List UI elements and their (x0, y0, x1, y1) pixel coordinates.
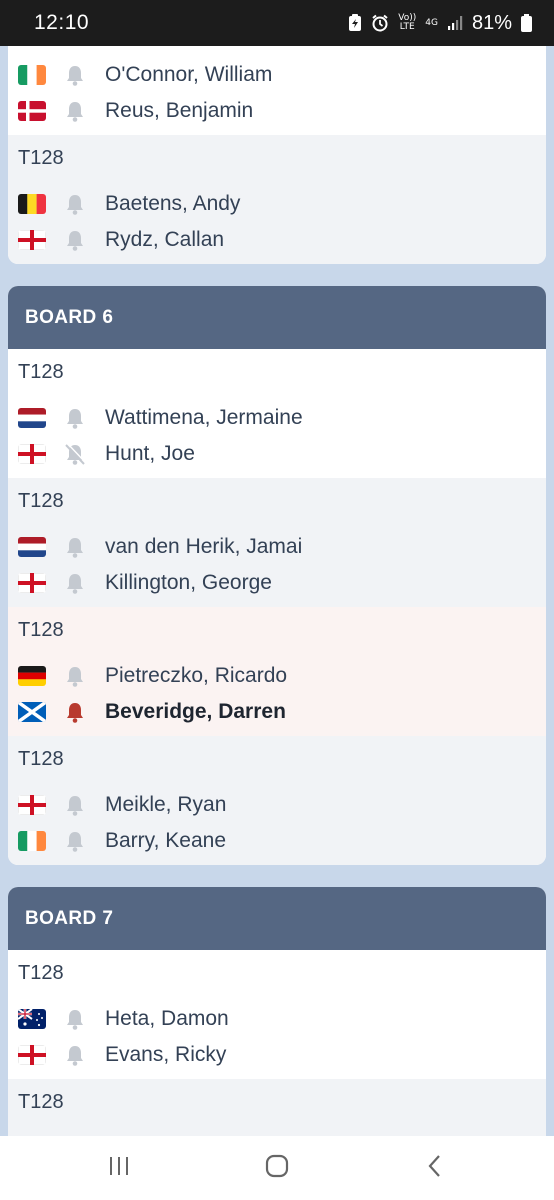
round-label: T128 (18, 619, 64, 641)
home-button[interactable] (247, 1143, 307, 1193)
match-row[interactable]: T128 Meikle, Ryan Barry, Keane (8, 736, 546, 865)
player-row[interactable]: Hunt, Joe (18, 436, 195, 472)
board-card: T128 O'Connor, William Reus, Benjamin T128 B… (8, 46, 546, 264)
bell-icon[interactable] (64, 793, 86, 817)
flag-england-icon (18, 1045, 46, 1065)
flag-scotland-icon (18, 702, 46, 722)
flag-germany-icon (18, 666, 46, 686)
round-label: T128 (18, 748, 64, 770)
player-name[interactable]: Reus, Benjamin (105, 99, 253, 123)
network-label: 4G (425, 17, 438, 28)
player-row[interactable]: O'Connor, William (18, 57, 272, 93)
bell-icon[interactable] (64, 571, 86, 595)
player-name[interactable]: Rydz, Callan (105, 228, 224, 252)
player-name[interactable]: Evans, Ricky (105, 1043, 226, 1067)
player-row[interactable]: Wattimena, Jermaine (18, 400, 303, 436)
player-name[interactable]: Beveridge, Darren (105, 700, 286, 724)
player-row[interactable]: Evans, Ricky (18, 1037, 226, 1073)
flag-england-icon (18, 795, 46, 815)
bell-icon[interactable] (64, 99, 86, 123)
bell-icon[interactable] (64, 63, 86, 87)
player-name[interactable]: Hunt, Joe (105, 442, 195, 466)
battery-icon (521, 14, 532, 32)
bell-icon[interactable] (64, 1007, 86, 1031)
player-row[interactable]: Pietreczko, Ricardo (18, 658, 287, 694)
flag-england-icon (18, 573, 46, 593)
player-row[interactable]: Barry, Keane (18, 823, 226, 859)
round-label: T128 (18, 962, 64, 984)
bell-icon[interactable] (64, 535, 86, 559)
battery-percent: 81% (471, 11, 512, 34)
round-label: T128 (18, 490, 64, 512)
battery-saver-icon (348, 14, 362, 32)
schedule-scroll-area[interactable]: T128 O'Connor, William Reus, Benjamin T128 B… (0, 46, 554, 1136)
board-header: BOARD 6 (8, 286, 546, 349)
player-name[interactable]: Baetens, Andy (105, 192, 240, 216)
player-name[interactable]: Barry, Keane (105, 829, 226, 853)
navigation-bar (0, 1136, 554, 1200)
flag-england-icon (18, 444, 46, 464)
flag-netherlands-icon (18, 537, 46, 557)
bell-off-icon[interactable] (64, 442, 86, 466)
bell-icon[interactable] (64, 406, 86, 430)
board-header: BOARD 7 (8, 887, 546, 950)
player-row[interactable]: Heta, Damon (18, 1001, 229, 1037)
flag-england-icon (18, 230, 46, 250)
player-name[interactable]: Pietreczko, Ricardo (105, 664, 287, 688)
boards-list: T128 O'Connor, William Reus, Benjamin T128 B… (0, 46, 554, 1136)
bell-icon[interactable] (64, 192, 86, 216)
recent-apps-button[interactable] (89, 1143, 149, 1193)
signal-icon (447, 15, 463, 31)
flag-netherlands-icon (18, 408, 46, 428)
player-name[interactable]: Meikle, Ryan (105, 793, 226, 817)
player-row[interactable]: Beveridge, Darren (18, 694, 286, 730)
player-name[interactable]: O'Connor, William (105, 63, 272, 87)
player-name[interactable]: Killington, George (105, 571, 272, 595)
player-row[interactable]: Baetens, Andy (18, 186, 240, 222)
player-name[interactable]: van den Herik, Jamai (105, 535, 302, 559)
round-label: T128 (18, 1091, 64, 1113)
match-row[interactable]: T128 Heta, Damon Evans, Ricky (8, 950, 546, 1079)
volte-label: Vo)) LTE (398, 13, 417, 32)
home-icon (265, 1154, 289, 1183)
bell-active-icon[interactable] (64, 700, 86, 724)
board-card: BOARD 6 T128 Wattimena, Jermaine Hunt, Joe T… (8, 286, 546, 865)
bell-icon[interactable] (64, 664, 86, 688)
match-row[interactable]: T128 van den Herik, Jamai Killington, Geor… (8, 478, 546, 607)
flag-australia-icon (18, 1009, 46, 1029)
bell-icon[interactable] (64, 1043, 86, 1067)
player-name[interactable]: Heta, Damon (105, 1007, 229, 1031)
flag-denmark-icon (18, 101, 46, 121)
player-row[interactable]: Meikle, Ryan (18, 787, 226, 823)
status-icons: Vo)) LTE 4G 81% (348, 12, 532, 35)
player-row[interactable]: Reus, Benjamin (18, 93, 253, 129)
match-row[interactable]: T128 (8, 1079, 546, 1136)
player-name[interactable]: Wattimena, Jermaine (105, 406, 303, 430)
match-row[interactable]: T128O'Connor, WilliamReus, Benjamin (8, 46, 546, 135)
status-bar: 12:10 Vo)) LTE 4G 81% (0, 0, 554, 46)
flag-ireland-icon (18, 831, 46, 851)
recent-apps-icon (107, 1156, 131, 1181)
match-row[interactable]: T128 Wattimena, Jermaine Hunt, Joe (8, 349, 546, 478)
bell-icon[interactable] (64, 228, 86, 252)
player-row[interactable]: Rydz, Callan (18, 222, 224, 258)
back-icon (427, 1154, 443, 1183)
match-row[interactable]: T128 Baetens, Andy Rydz, Callan (8, 135, 546, 264)
player-row[interactable]: van den Herik, Jamai (18, 529, 302, 565)
match-row[interactable]: T128 Pietreczko, Ricardo Beveridge, Darren (8, 607, 546, 736)
board-card: BOARD 7 T128 Heta, Damon Evans, Ricky T128 (8, 887, 546, 1136)
status-time: 12:10 (34, 11, 90, 34)
round-label: T128 (18, 147, 64, 169)
back-button[interactable] (405, 1143, 465, 1193)
bell-icon[interactable] (64, 829, 86, 853)
alarm-icon (371, 14, 389, 32)
flag-belgium-icon (18, 194, 46, 214)
flag-ireland-icon (18, 65, 46, 85)
player-row[interactable]: Killington, George (18, 565, 272, 601)
round-label: T128 (18, 361, 64, 383)
